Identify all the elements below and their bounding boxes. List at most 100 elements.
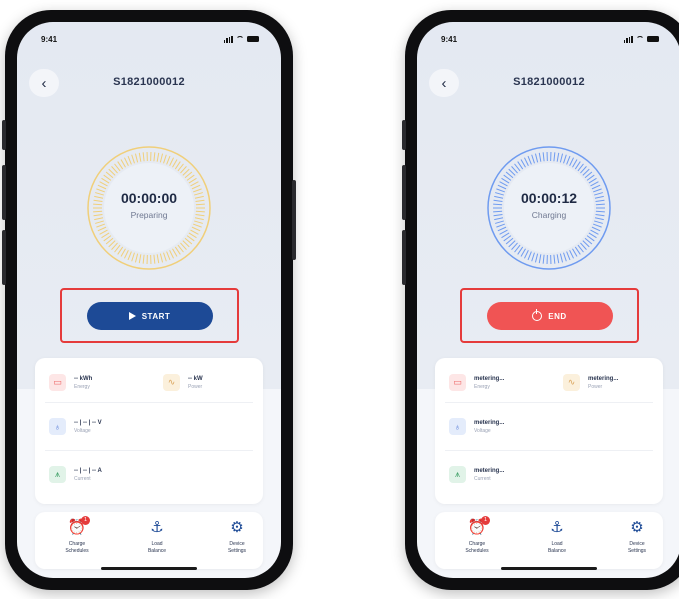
nav-label: Device Settings xyxy=(627,541,647,554)
divider xyxy=(445,450,653,451)
power-value: -- kW xyxy=(188,375,203,382)
voltage-label: Voltage xyxy=(474,427,491,434)
tower-current-icon: ⩚ xyxy=(49,466,66,483)
pulse-power-icon: ∿ xyxy=(163,374,180,391)
power-icon xyxy=(532,309,543,321)
nav-charge-schedules[interactable]: ⏰ 1 Charge Schedules xyxy=(447,516,507,554)
dial-tick xyxy=(169,250,174,259)
nav-device-settings[interactable]: ⚙ Device Settings xyxy=(607,519,667,554)
dial-tick xyxy=(566,155,571,165)
dial-tick xyxy=(588,232,597,239)
dial-tick xyxy=(138,254,142,264)
dial-tick xyxy=(563,154,567,164)
device-id-title: S1821000012 xyxy=(113,76,185,88)
status-bar: 9:41 xyxy=(41,32,259,46)
dial-tick xyxy=(188,177,197,184)
wifi-icon xyxy=(236,36,244,42)
dial-tick xyxy=(134,153,139,163)
dial-tick xyxy=(524,157,529,166)
home-indicator[interactable] xyxy=(501,567,597,570)
bulb-voltage-icon: ♁ xyxy=(449,418,466,435)
dial-tick xyxy=(159,253,164,263)
dial-tick xyxy=(156,254,160,264)
dial-tick xyxy=(563,252,567,262)
current-label: Current xyxy=(74,475,91,482)
mute-switch xyxy=(2,120,6,150)
dial-tick xyxy=(172,159,178,168)
home-indicator[interactable] xyxy=(101,567,197,570)
dial-tick xyxy=(559,253,564,263)
status-icons xyxy=(223,35,259,43)
end-button[interactable]: END xyxy=(486,302,613,330)
dial-tick xyxy=(586,235,595,242)
tower-current-icon: ⩚ xyxy=(449,466,466,483)
dial-tick xyxy=(194,220,203,224)
divider xyxy=(45,402,253,403)
anchor-icon: ⚓ xyxy=(550,519,564,536)
energy-value: metering... xyxy=(474,375,505,382)
dial-tick xyxy=(517,161,524,170)
timer-dial: 00:00:12 Charging xyxy=(485,144,613,272)
dial-tick xyxy=(169,157,174,166)
dial-tick xyxy=(534,153,539,163)
mute-switch xyxy=(402,120,406,150)
notification-badge: 1 xyxy=(481,516,490,525)
nav-load-balance[interactable]: ⚓ Load Balance xyxy=(527,519,587,554)
energy-label: Energy xyxy=(74,383,90,390)
energy-value: -- kWh xyxy=(74,375,93,382)
dial-tick xyxy=(594,220,603,224)
power-value: metering... xyxy=(588,375,619,382)
status-time: 9:41 xyxy=(41,34,58,44)
dial-tick xyxy=(520,159,526,168)
volume-down-button xyxy=(402,230,406,285)
bottom-nav: ⏰ 1 Charge Schedules ⚓ Load Balance ⚙ Dev… xyxy=(35,512,263,569)
action-highlight-frame: START xyxy=(60,288,239,343)
dial-tick xyxy=(572,159,578,168)
dial-tick xyxy=(124,157,129,166)
metric-current: ⩚ metering... Current xyxy=(449,466,504,483)
nav-label: Charge Schedules xyxy=(465,541,489,554)
start-button[interactable]: START xyxy=(86,302,213,330)
dial-tick xyxy=(192,223,202,228)
start-button-label: START xyxy=(141,311,171,321)
dial-tick xyxy=(569,250,574,259)
dial-tick xyxy=(556,152,560,162)
signal-icon xyxy=(223,35,233,43)
battery-energy-icon: ▭ xyxy=(449,374,466,391)
dial-tick xyxy=(501,232,510,239)
dial-tick xyxy=(592,223,602,228)
metric-power: ∿ -- kW Power xyxy=(163,374,203,391)
nav-charge-schedules[interactable]: ⏰ 1 Charge Schedules xyxy=(47,516,107,554)
dial-tick xyxy=(163,252,167,262)
current-value: metering... xyxy=(474,467,505,474)
timer-value: 00:00:00 xyxy=(120,190,178,206)
notification-badge: 1 xyxy=(81,516,90,525)
power-side-button xyxy=(292,180,296,260)
dial-tick xyxy=(191,226,201,232)
current-label: Current xyxy=(474,475,491,482)
metric-energy: ▭ -- kWh Energy xyxy=(49,374,92,391)
dial-tick xyxy=(186,174,195,181)
metric-voltage: ♁ -- | -- | -- V Voltage xyxy=(49,418,102,435)
energy-label: Energy xyxy=(474,383,490,390)
dial-tick xyxy=(542,254,545,264)
dial-tick xyxy=(190,181,199,187)
nav-load-balance[interactable]: ⚓ Load Balance xyxy=(127,519,187,554)
play-icon xyxy=(128,312,136,320)
dial-tick xyxy=(131,154,135,164)
dial-tick xyxy=(97,226,107,232)
dial-tick xyxy=(101,232,110,239)
dial-tick xyxy=(153,152,156,162)
dial-tick xyxy=(591,184,601,190)
battery-icon xyxy=(247,36,259,42)
dial-tick xyxy=(103,174,112,181)
dial-tick xyxy=(534,253,539,263)
dial-tick xyxy=(142,152,145,162)
battery-icon xyxy=(647,36,659,42)
nav-device-settings[interactable]: ⚙ Device Settings xyxy=(207,519,267,554)
battery-energy-icon: ▭ xyxy=(49,374,66,391)
gear-icon: ⚙ xyxy=(630,519,644,536)
timer-dial: 00:00:00 Preparing xyxy=(85,144,213,272)
dial-tick xyxy=(96,223,106,228)
metric-power: ∿ metering... Power xyxy=(563,374,618,391)
